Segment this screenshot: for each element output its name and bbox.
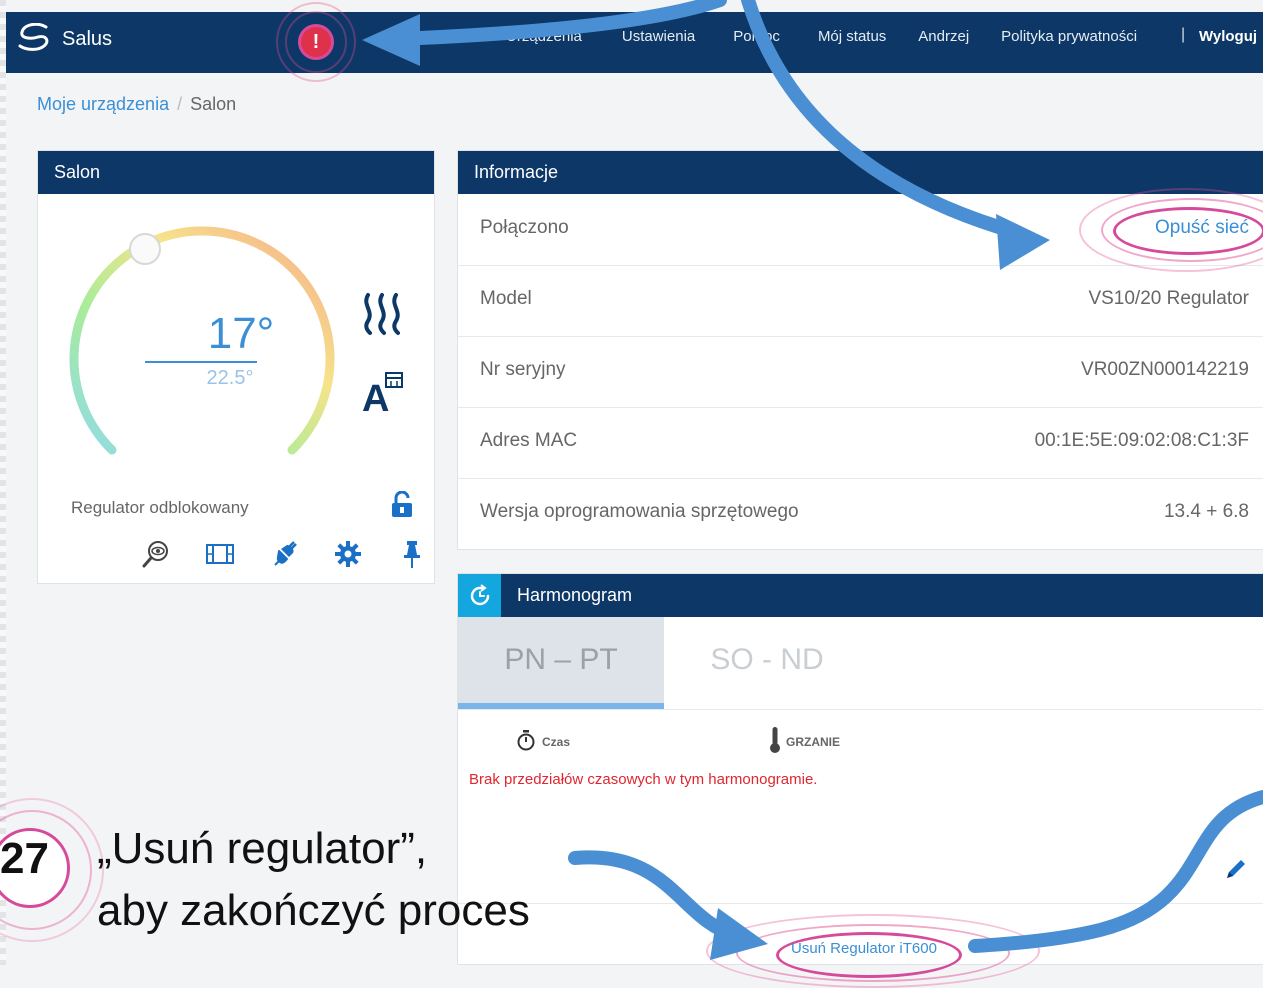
schedule-header: Harmonogram <box>458 574 1263 617</box>
current-temperature: 22.5° <box>206 367 254 389</box>
step-number: 27 <box>0 834 49 883</box>
lock-status: Regulator odblokowany <box>71 498 249 517</box>
heating-icon <box>360 291 406 342</box>
brand-logo[interactable]: Salus <box>16 22 113 56</box>
empty-schedule-message: Brak przedziałów czasowych w tym harmono… <box>469 771 818 788</box>
schedule-footer-divider <box>458 903 1263 904</box>
nav-devices[interactable]: Urządzenia <box>506 28 582 45</box>
nav-settings[interactable]: Ustawienia <box>622 28 695 45</box>
breadcrumb-devices[interactable]: Moje urządzenia <box>37 94 169 114</box>
auto-schedule-icon: A <box>360 369 406 420</box>
temperature-divider <box>145 361 257 363</box>
device-card: Salon 17° 22.5° A Regulator odblokowany <box>37 150 435 584</box>
info-row-mac: Adres MAC 00:1E:5E:09:02:08:C1:3F <box>458 407 1263 479</box>
plug-icon[interactable] <box>252 539 316 569</box>
schedule-title: Harmonogram <box>517 585 633 605</box>
gear-icon[interactable] <box>316 539 380 569</box>
info-row-serial: Nr seryjny VR00ZN000142219 <box>458 336 1263 408</box>
breadcrumb-separator: / <box>177 94 183 114</box>
dial-handle <box>129 233 161 265</box>
schedule-clock-icon <box>458 574 501 617</box>
device-toolbar <box>124 539 444 569</box>
brand-name: Salus <box>62 28 113 50</box>
step-instruction-line1: „Usuń regulator”, <box>97 824 428 873</box>
info-label: Połączono <box>480 217 569 238</box>
remove-regulator-button[interactable]: Usuń Regulator iT600 <box>791 940 937 957</box>
info-value: VR00ZN000142219 <box>1081 359 1249 380</box>
tab-weekdays[interactable]: PN – PT <box>458 617 664 709</box>
step-instruction-line2: aby zakończyć proces <box>97 886 530 935</box>
film-icon[interactable] <box>188 539 252 569</box>
column-time-label: Czas <box>542 734 571 749</box>
nav-separator: | <box>1181 26 1186 43</box>
alert-icon[interactable]: ! <box>298 24 334 60</box>
stopwatch-icon <box>516 729 536 754</box>
schedule-panel: Harmonogram PN – PT SO - ND Czas GRZANIE… <box>457 573 1263 988</box>
logout-link[interactable]: Wyloguj <box>1199 28 1257 45</box>
info-row-model: Model VS10/20 Regulator <box>458 265 1263 337</box>
info-label: Wersja oprogramowania sprzętowego <box>480 501 799 522</box>
view-icon[interactable] <box>124 539 188 569</box>
leave-network-button[interactable]: Opuść sieć <box>1155 217 1249 239</box>
nav-user[interactable]: Andrzej <box>918 28 969 45</box>
nav-privacy[interactable]: Polityka prywatności <box>1001 28 1137 45</box>
info-label: Nr seryjny <box>480 359 566 380</box>
info-label: Model <box>480 288 532 309</box>
column-heating-label: GRZANIE <box>786 734 840 749</box>
pin-icon[interactable] <box>380 539 444 569</box>
breadcrumb: Moje urządzenia / Salon <box>37 94 236 115</box>
set-temperature: 17° <box>207 309 275 358</box>
info-panel-title: Informacje <box>458 151 1263 194</box>
info-label: Adres MAC <box>480 430 578 451</box>
info-row-firmware: Wersja oprogramowania sprzętowego 13.4 +… <box>458 478 1263 549</box>
info-value: VS10/20 Regulator <box>1088 288 1249 309</box>
info-value: 00:1E:5E:09:02:08:C1:3F <box>1034 430 1249 451</box>
nav-menu: Urządzenia Ustawienia Pomoc Mój status A… <box>506 28 1137 45</box>
edit-pencil-icon[interactable] <box>1223 856 1249 887</box>
top-navbar: Salus ! Urządzenia Ustawienia Pomoc Mój … <box>6 2 1263 82</box>
info-value: 13.4 + 6.8 <box>1163 501 1249 522</box>
nav-my-status[interactable]: Mój status <box>818 28 886 45</box>
nav-help[interactable]: Pomoc <box>733 28 780 45</box>
thermometer-icon <box>768 726 782 757</box>
tabs-divider <box>458 709 1263 710</box>
tab-weekend[interactable]: SO - ND <box>664 617 870 709</box>
lock-open-icon[interactable] <box>390 490 414 524</box>
info-row-connection: Połączono Opuść sieć <box>458 188 1263 272</box>
device-card-title: Salon <box>38 151 434 194</box>
column-time: Czas <box>516 729 570 754</box>
info-panel: Informacje Połączono Opuść sieć Model VS… <box>457 150 1263 550</box>
step-instruction: „Usuń regulator”, aby zakończyć proces <box>97 818 530 942</box>
breadcrumb-current: Salon <box>190 94 237 114</box>
salus-logo-icon <box>16 22 52 56</box>
column-heating: GRZANIE <box>768 726 840 757</box>
alert-indicator[interactable]: ! <box>276 2 356 82</box>
